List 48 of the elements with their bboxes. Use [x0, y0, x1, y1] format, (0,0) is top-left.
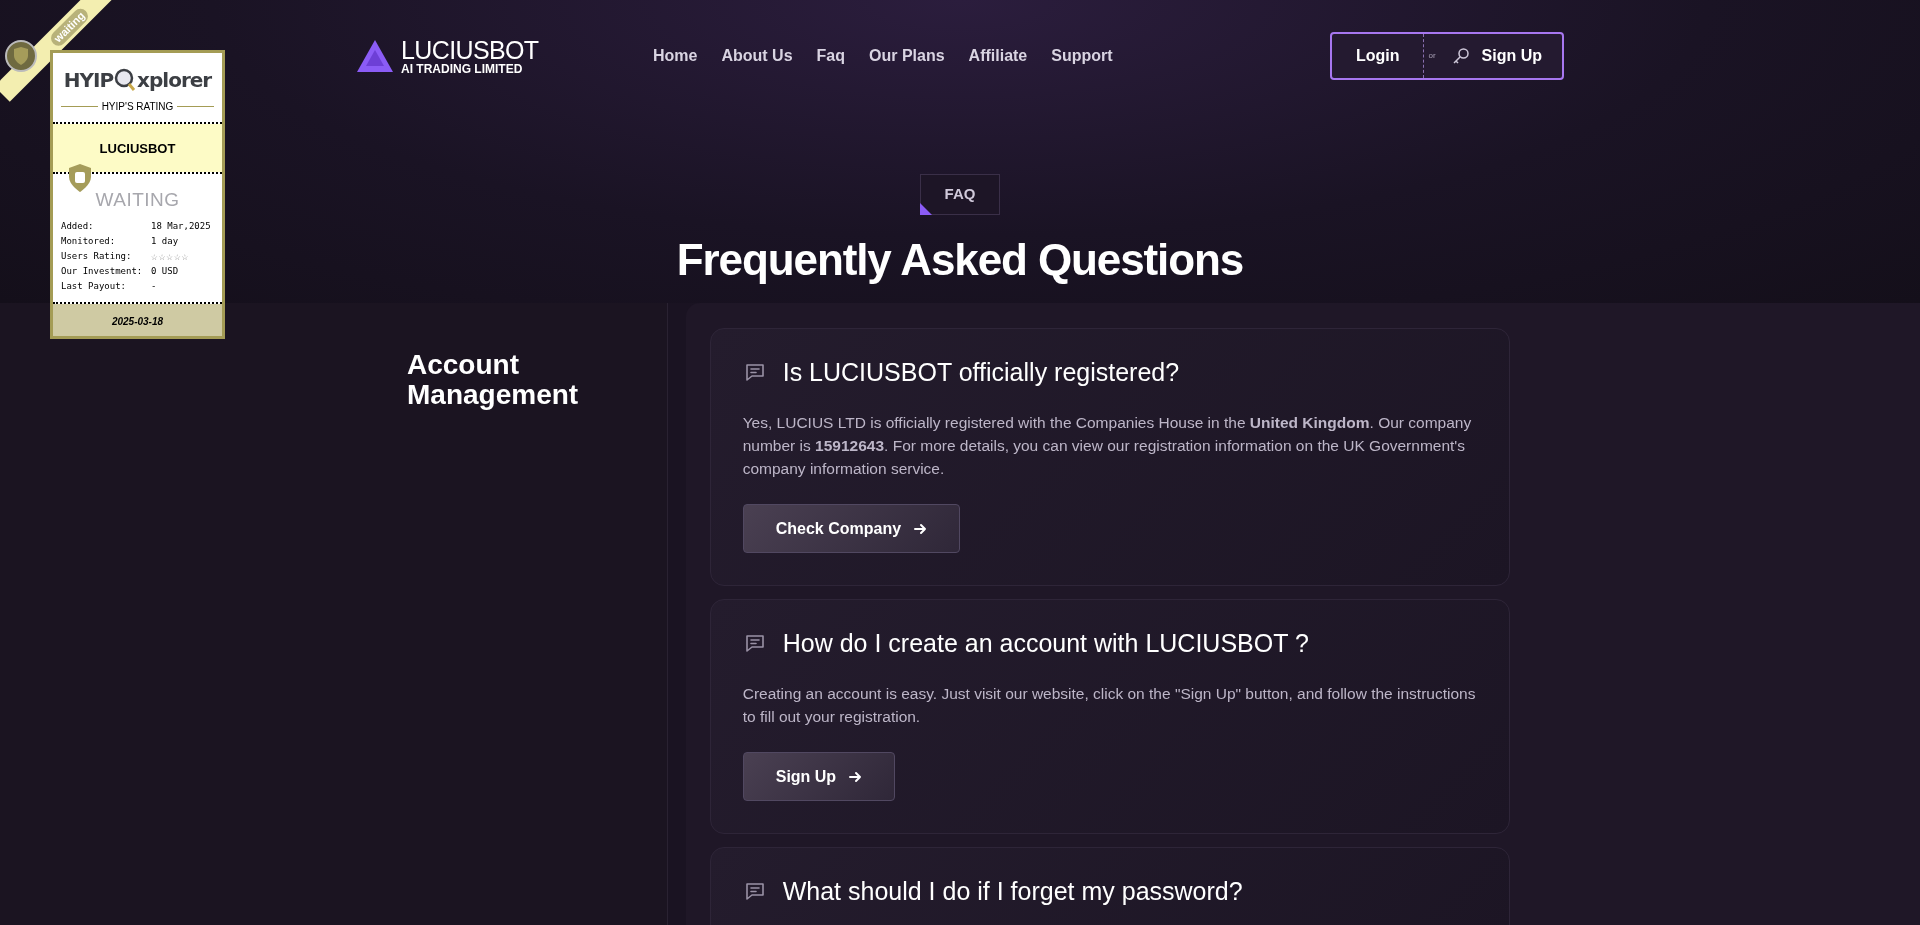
faq-answer: Yes, LUCIUS LTD is officially registered with the Companies House in the United Kingdom. Our company number is 15912643. For more details, you can view our registration information on the UK Government's company information service.	[742, 413, 1473, 479]
magnifier-icon	[114, 68, 137, 92]
brand-text: HYIP	[63, 67, 114, 94]
action-button[interactable]: Check Company	[742, 504, 961, 553]
rating-subtitle: HYIP'S RATING	[101, 100, 174, 114]
info-value: 18 Mar,2025	[151, 219, 211, 233]
rating-date: 2025-03-18	[111, 315, 164, 327]
logo-icon	[357, 40, 393, 72]
section-tag: FAQ	[919, 174, 1001, 215]
info-label: Added:	[61, 219, 95, 233]
logo-text: LUCIUSBOT	[401, 37, 539, 63]
star-icon: ☆	[181, 248, 189, 264]
key-icon	[1451, 47, 1470, 65]
info-label: Users Rating:	[61, 249, 133, 263]
shield-icon	[67, 164, 93, 192]
faq-answer: Creating an account is easy. Just visit our website, click on the "Sign Up" button, and follow the instructions to fill out your registration.	[742, 684, 1477, 727]
star-icon: ☆	[173, 248, 181, 264]
separator-text: or	[1428, 50, 1436, 62]
project-name: LUCIUSBOT	[99, 141, 176, 156]
nav-link[interactable]: Faq	[816, 44, 845, 68]
info-label: Monitored:	[61, 234, 117, 248]
nav-link[interactable]: Support	[1051, 44, 1113, 68]
arrow-right-icon	[913, 521, 928, 536]
info-label: Last Payout:	[61, 279, 128, 293]
logo-tagline: AI TRADING LIMITED	[401, 62, 524, 75]
info-label: Our Investment:	[61, 264, 144, 278]
arrow-right-icon	[848, 769, 863, 784]
nav-link[interactable]: Our Plans	[869, 44, 945, 68]
login-button[interactable]: Login	[1331, 34, 1424, 78]
faq-question: How do I create an account with LUCIUSBOT ?	[782, 628, 1309, 658]
nav-link[interactable]: About Us	[721, 44, 793, 68]
faq-question: Is LUCIUSBOT officially registered?	[782, 357, 1180, 387]
info-value: -	[151, 279, 157, 293]
star-icon: ☆	[158, 248, 166, 264]
info-value: 1 day	[151, 234, 179, 248]
category-heading: Account Management	[407, 350, 580, 410]
info-value: 0 USD	[151, 264, 179, 278]
nav-link[interactable]: Home	[653, 44, 698, 68]
brand-text: xplorer	[137, 67, 212, 94]
status-text: WAITING	[95, 189, 180, 210]
action-button[interactable]: Sign Up	[742, 752, 896, 801]
signup-button[interactable]: Sign Up	[1435, 34, 1562, 78]
corner-icon	[919, 202, 932, 215]
nav-link[interactable]: Affiliate	[968, 44, 1028, 68]
page-title: Frequently Asked Questions	[676, 233, 1244, 286]
faq-question: What should I do if I forget my password?	[782, 876, 1243, 906]
star-icon: ☆	[151, 248, 158, 264]
star-icon: ☆	[166, 248, 173, 264]
